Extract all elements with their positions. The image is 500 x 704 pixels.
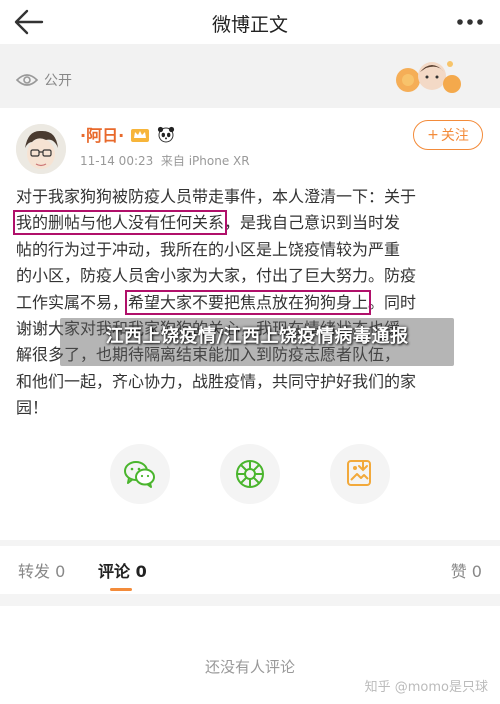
empty-comments-text: 还没有人评论 (204, 658, 295, 676)
post-text-line: 对于我家狗狗被防疫人员带走事件，本人澄清一下：关于 (16, 184, 486, 210)
post-text-line: 我的删帖与他人没有任何关系，是我自己意识到当时发 (12, 210, 486, 236)
save-image-button[interactable] (330, 444, 390, 504)
wechat-icon (124, 461, 155, 488)
page-title: 微博正文 (211, 14, 288, 36)
interaction-tabs: 转发 0 评论 0 赞 0 (0, 546, 500, 594)
share-moments-button[interactable] (220, 444, 280, 504)
tab-repost[interactable]: 转发 0 (18, 558, 65, 582)
more-dots-icon[interactable] (454, 8, 486, 36)
post-source: 来自 iPhone XR (160, 154, 250, 168)
author-name[interactable]: ·阿日· (80, 122, 124, 146)
tab-comment[interactable]: 评论 0 (98, 558, 147, 582)
tab-like[interactable]: 赞 0 (451, 558, 482, 582)
member-crown-badge-icon (131, 129, 150, 142)
post-text-segment: 对于我家狗狗被防疫人员带走事件，本人澄清一下：关于 (16, 187, 417, 206)
panda-badge-icon (158, 126, 175, 143)
share-wechat-button[interactable] (110, 444, 170, 504)
follow-button[interactable]: + 关注 (413, 120, 483, 150)
top-nav-bar: 微博正文 (0, 0, 500, 44)
post-text-segment: 和他们一起，齐心协力，战胜疫情，共同守护好我们的家 (16, 371, 417, 391)
post-text-segment: 的小区，防疫人员舍小家为大家，付出了巨大努力。防疫 (16, 266, 417, 286)
visibility-indicator: 公开 (16, 70, 72, 90)
follow-label: 关注 (440, 128, 469, 144)
post-meta: 11-14 00:23 来自 iPhone XR (80, 152, 250, 169)
source-credit: 知乎 @momo是只球 (364, 680, 488, 695)
highlighted-text: 希望大家不要把焦点放在狗狗身上 (125, 289, 372, 315)
avatar[interactable] (16, 124, 66, 174)
decorative-card-art-icon (396, 61, 461, 93)
post-text-line: 园！ (16, 395, 486, 421)
share-row (0, 444, 500, 508)
active-tab-indicator (110, 588, 132, 591)
post-text: 对于我家狗狗被防疫人员带走事件，本人澄清一下：关于我的删帖与他人没有任何关系，是… (12, 184, 486, 422)
post-text-segment: 园！ (16, 398, 49, 418)
post-time: 11-14 00:23 (80, 154, 154, 168)
post-text-line: 和他们一起，齐心协力，战胜疫情，共同守护好我们的家 (16, 369, 486, 395)
post-text-segment: 帖的行为过于冲动，我所在的小区是上饶疫情较为严重 (16, 239, 401, 259)
post-text-segment: ，是我自己意识到当时发 (224, 213, 401, 233)
save-image-icon (347, 460, 371, 486)
highlighted-text: 我的删帖与他人没有任何关系 (12, 210, 228, 236)
post-text-line: 帖的行为过于冲动，我所在的小区是上饶疫情较为严重 (16, 237, 486, 263)
watermark-text: 江西上饶疫情/江西上饶疫情病毒通报 (105, 326, 409, 347)
visibility-label: 公开 (44, 73, 72, 89)
moments-icon (236, 460, 264, 488)
post-text-line: 工作实属不易，希望大家不要把焦点放在狗狗身上。同时 (16, 289, 486, 316)
avatar-illustration-icon (16, 124, 66, 174)
post-text-segment: 工作实属不易， (16, 292, 129, 312)
eye-icon (16, 74, 38, 86)
author-row: ·阿日· (80, 122, 176, 146)
post-text-segment: 。同时 (368, 292, 417, 312)
plus-icon: + (427, 127, 439, 143)
post-text-line: 的小区，防疫人员舍小家为大家，付出了巨大努力。防疫 (16, 263, 486, 289)
